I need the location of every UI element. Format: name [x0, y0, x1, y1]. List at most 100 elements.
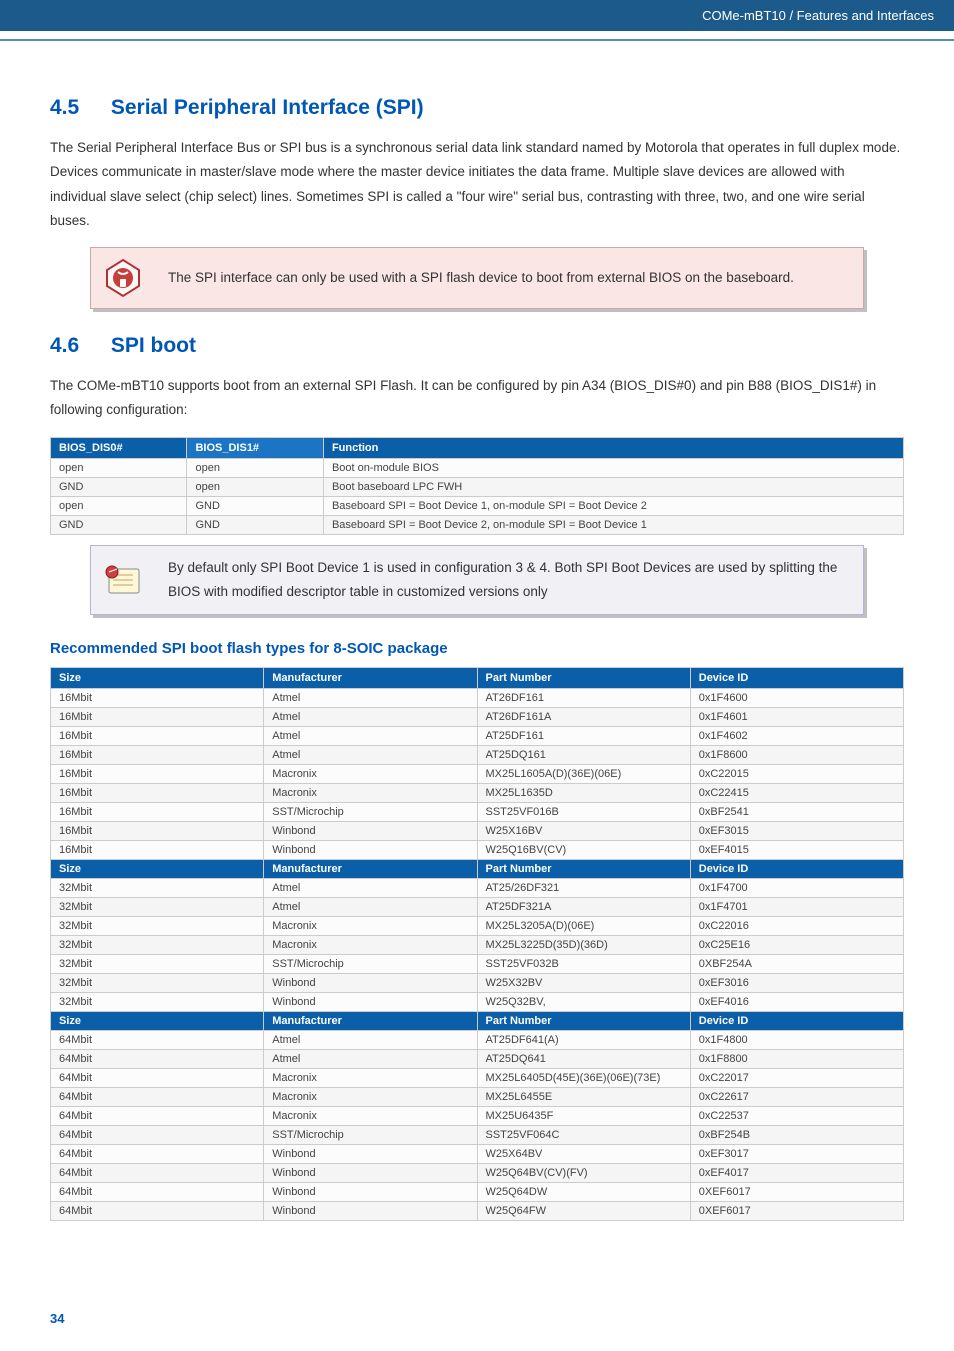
table-cell: 0x1F4600 [690, 689, 903, 708]
table-cell: Baseboard SPI = Boot Device 1, on-module… [323, 496, 903, 515]
table-row: GNDopenBoot baseboard LPC FWH [51, 477, 904, 496]
table-cell: SST25VF016B [477, 803, 690, 822]
table-row: 64MbitMacronixMX25U6435F0xC22537 [51, 1107, 904, 1126]
table-cell: 32Mbit [51, 898, 264, 917]
table-cell: GND [187, 496, 323, 515]
table-cell: SST25VF032B [477, 955, 690, 974]
table-cell: MX25L1605A(D)(36E)(06E) [477, 765, 690, 784]
table-row: openopenBoot on-module BIOS [51, 458, 904, 477]
table-header-row: Size Manufacturer Part Number Device ID [51, 668, 904, 689]
table-cell: 16Mbit [51, 822, 264, 841]
table-cell: 0xC22017 [690, 1069, 903, 1088]
table-row: 64MbitWinbondW25Q64FW0XEF6017 [51, 1202, 904, 1221]
table-row: 64MbitAtmelAT25DQ6410x1F8800 [51, 1050, 904, 1069]
table-cell: 0x1F4701 [690, 898, 903, 917]
table-cell: W25Q64FW [477, 1202, 690, 1221]
table-row: 64MbitWinbondW25Q64BV(CV)(FV)0xEF4017 [51, 1164, 904, 1183]
table-row: 16MbitWinbondW25Q16BV(CV)0xEF4015 [51, 841, 904, 860]
table-row: 16MbitAtmelAT25DF1610x1F4602 [51, 727, 904, 746]
table-cell: Manufacturer [264, 1012, 477, 1031]
table-cell: Device ID [690, 860, 903, 879]
table-cell: AT25DF161 [477, 727, 690, 746]
table-row: 16MbitAtmelAT26DF1610x1F4600 [51, 689, 904, 708]
warning-text: The SPI interface can only be used with … [168, 266, 794, 290]
table-cell: 0xC22537 [690, 1107, 903, 1126]
table-cell: 0xBF254B [690, 1126, 903, 1145]
table-header-row: SizeManufacturerPart NumberDevice ID [51, 1012, 904, 1031]
table-cell: Atmel [264, 879, 477, 898]
table-row: 64MbitSST/MicrochipSST25VF064C0xBF254B [51, 1126, 904, 1145]
section-4-5-heading: 4.5 Serial Peripheral Interface (SPI) [50, 96, 904, 120]
table-cell: 32Mbit [51, 917, 264, 936]
table-row: 32MbitSST/MicrochipSST25VF032B0XBF254A [51, 955, 904, 974]
section-4-6-title: SPI boot [111, 334, 196, 357]
table-cell: 0xC22015 [690, 765, 903, 784]
page-content: 4.5 Serial Peripheral Interface (SPI) Th… [0, 41, 954, 1257]
note-icon [103, 563, 143, 597]
table-row: 16MbitAtmelAT25DQ1610x1F8600 [51, 746, 904, 765]
table-cell: 0x1F4800 [690, 1031, 903, 1050]
table-cell: open [51, 496, 187, 515]
table-cell: 64Mbit [51, 1126, 264, 1145]
table-row: openGNDBaseboard SPI = Boot Device 1, on… [51, 496, 904, 515]
section-4-5-title: Serial Peripheral Interface (SPI) [111, 96, 424, 119]
table-cell: GND [51, 477, 187, 496]
table-cell: 64Mbit [51, 1050, 264, 1069]
table-cell: 16Mbit [51, 765, 264, 784]
pin-config-table: BIOS_DIS0# BIOS_DIS1# Function openopenB… [50, 437, 904, 535]
table-cell: 64Mbit [51, 1202, 264, 1221]
table-cell: 0xC25E16 [690, 936, 903, 955]
flash-th-0: Size [51, 668, 264, 689]
table-cell: 0XBF254A [690, 955, 903, 974]
section-4-6-para: The COMe-mBT10 supports boot from an ext… [50, 374, 904, 423]
table-row: 32MbitAtmelAT25DF321A0x1F4701 [51, 898, 904, 917]
table-cell: Macronix [264, 1069, 477, 1088]
table-cell: 64Mbit [51, 1088, 264, 1107]
table-cell: MX25L3205A(D)(06E) [477, 917, 690, 936]
table-cell: AT26DF161A [477, 708, 690, 727]
table-cell: SST/Microchip [264, 803, 477, 822]
note-text: By default only SPI Boot Device 1 is use… [168, 556, 838, 605]
table-cell: Macronix [264, 1088, 477, 1107]
warning-icon [103, 258, 143, 298]
table-cell: MX25L3225D(35D)(36D) [477, 936, 690, 955]
table-cell: Winbond [264, 1164, 477, 1183]
table-cell: 32Mbit [51, 955, 264, 974]
table-row: 16MbitMacronixMX25L1635D0xC22415 [51, 784, 904, 803]
flash-th-2: Part Number [477, 668, 690, 689]
table-cell: Part Number [477, 1012, 690, 1031]
table-cell: 32Mbit [51, 936, 264, 955]
page-number: 34 [0, 1297, 954, 1340]
table-cell: Macronix [264, 1107, 477, 1126]
table-cell: 0x1F8600 [690, 746, 903, 765]
table-cell: Part Number [477, 860, 690, 879]
table-cell: MX25L1635D [477, 784, 690, 803]
table-cell: GND [51, 515, 187, 534]
table-cell: 0XEF6017 [690, 1202, 903, 1221]
table-cell: Macronix [264, 765, 477, 784]
table-cell: 0xEF4015 [690, 841, 903, 860]
table-cell: SST/Microchip [264, 1126, 477, 1145]
table-cell: 0x1F4700 [690, 879, 903, 898]
table-cell: 0xEF4016 [690, 993, 903, 1012]
table-cell: AT25DQ641 [477, 1050, 690, 1069]
table-header-row: BIOS_DIS0# BIOS_DIS1# Function [51, 437, 904, 458]
table-cell: W25Q32BV, [477, 993, 690, 1012]
header-breadcrumb: COMe-mBT10 / Features and Interfaces [0, 0, 954, 31]
table-cell: Macronix [264, 936, 477, 955]
warning-callout: The SPI interface can only be used with … [90, 247, 864, 309]
table-cell: W25Q64DW [477, 1183, 690, 1202]
flash-table: Size Manufacturer Part Number Device ID … [50, 667, 904, 1221]
table-row: 64MbitWinbondW25Q64DW0XEF6017 [51, 1183, 904, 1202]
table-cell: Boot baseboard LPC FWH [323, 477, 903, 496]
table-cell: Winbond [264, 1145, 477, 1164]
table-cell: Macronix [264, 917, 477, 936]
table-cell: 16Mbit [51, 803, 264, 822]
table-row: 16MbitWinbondW25X16BV0xEF3015 [51, 822, 904, 841]
table-cell: 64Mbit [51, 1164, 264, 1183]
pin-th-2: Function [323, 437, 903, 458]
table-cell: SST/Microchip [264, 955, 477, 974]
table-cell: 0xBF2541 [690, 803, 903, 822]
table-cell: Baseboard SPI = Boot Device 2, on-module… [323, 515, 903, 534]
table-cell: 0XEF6017 [690, 1183, 903, 1202]
